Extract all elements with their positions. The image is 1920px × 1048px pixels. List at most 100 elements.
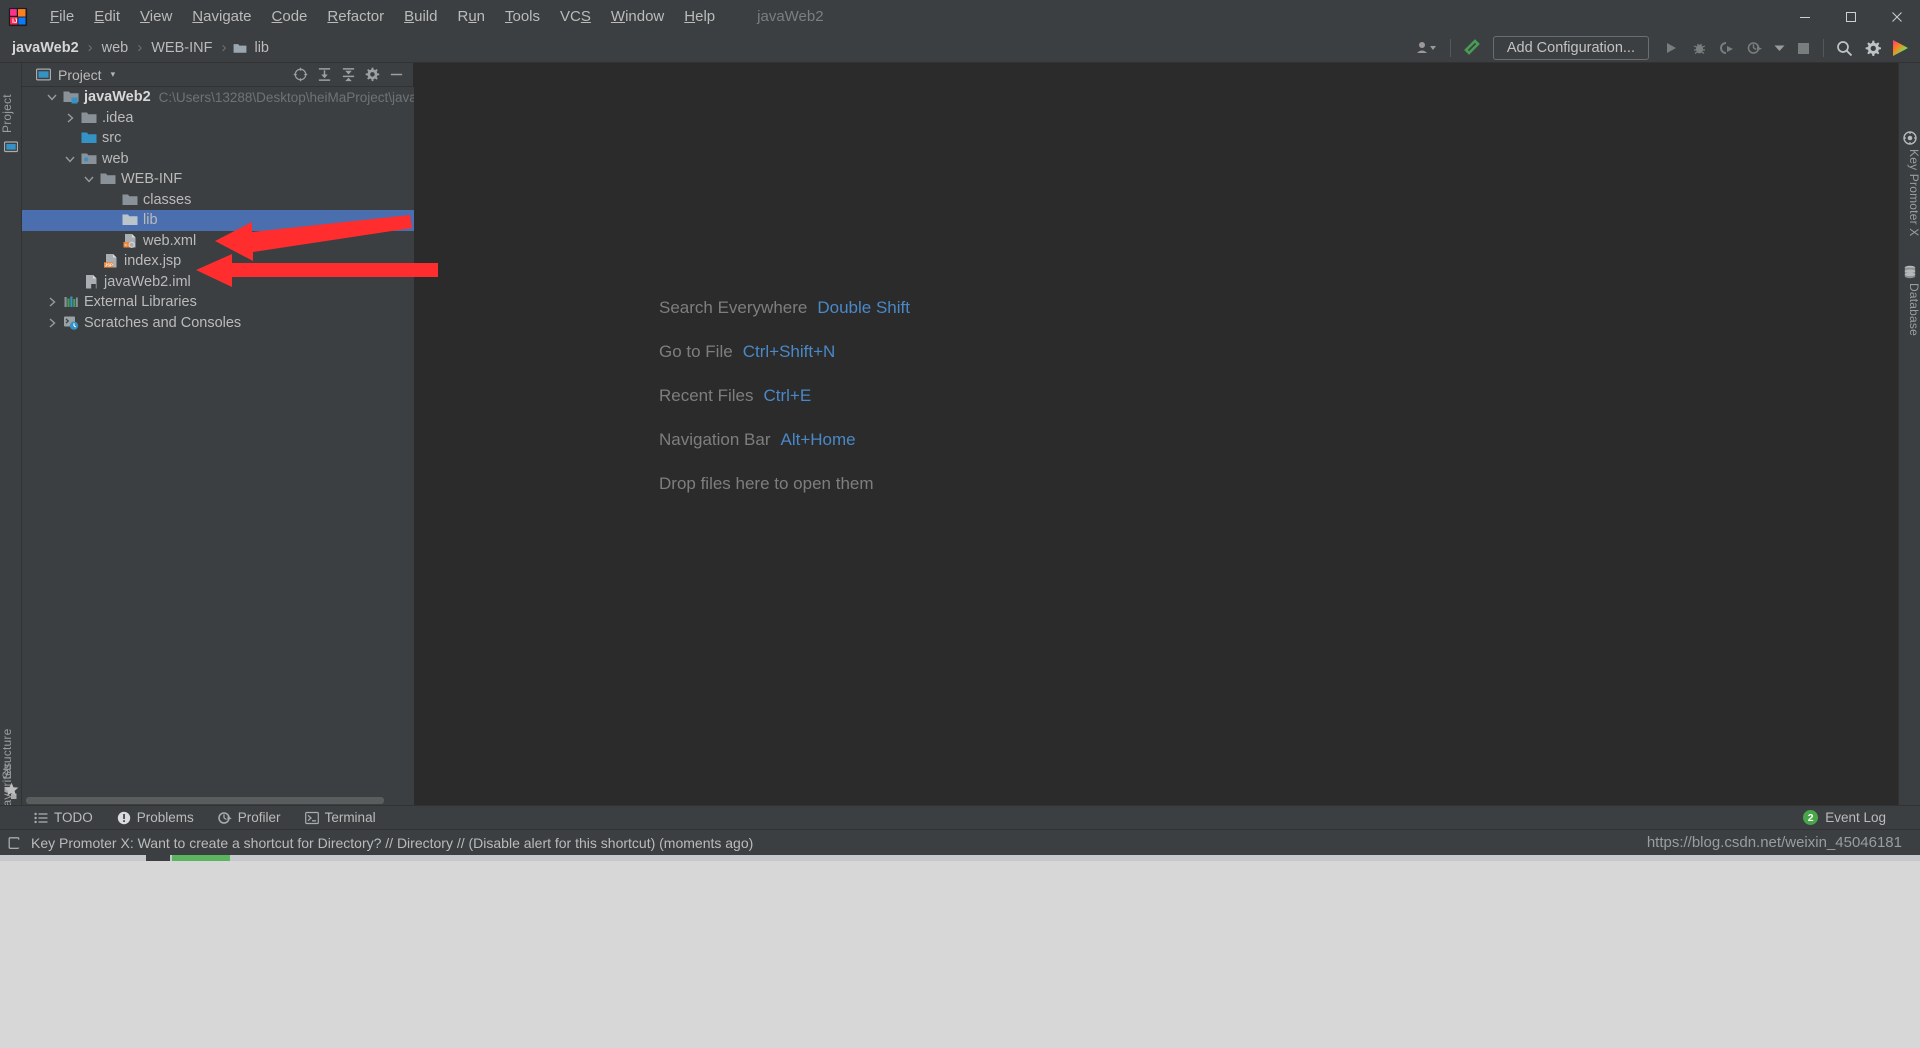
- settings-button[interactable]: [1858, 35, 1886, 61]
- project-panel-title: Project: [58, 66, 102, 83]
- hint-label: Go to File: [659, 342, 733, 361]
- chevron-down-icon[interactable]: [46, 91, 58, 103]
- hint-navigation-bar: Navigation Bar Alt+Home: [659, 430, 910, 450]
- menu-code[interactable]: Code: [262, 4, 318, 30]
- breadcrumb-item-webinf[interactable]: WEB-INF: [149, 40, 214, 56]
- intellij-idea-logo-icon: IJ: [8, 7, 28, 26]
- toolbar-separator: [1449, 39, 1451, 57]
- tree-label: src: [102, 130, 122, 147]
- stop-button[interactable]: [1789, 35, 1817, 61]
- hide-panel-button[interactable]: [385, 65, 407, 85]
- bottom-tab-terminal[interactable]: Terminal: [304, 810, 376, 825]
- run-with-coverage-button[interactable]: [1713, 35, 1741, 61]
- search-everywhere-button[interactable]: [1830, 35, 1858, 61]
- source-root-icon: [81, 132, 97, 144]
- notification-icon[interactable]: [8, 836, 22, 850]
- menu-vcs[interactable]: VCS: [550, 4, 601, 30]
- stripe-tab-project[interactable]: Project: [0, 69, 22, 133]
- collapse-all-button[interactable]: [337, 65, 359, 85]
- chevron-down-icon[interactable]: [64, 153, 76, 165]
- panel-settings-button[interactable]: [361, 65, 383, 85]
- database-icon: [1904, 265, 1916, 279]
- select-opened-file-button[interactable]: [289, 65, 311, 85]
- menu-help[interactable]: Help: [674, 4, 725, 30]
- project-panel-actions: [289, 65, 413, 85]
- menu-bar[interactable]: File Edit View Navigate Code Refactor Bu…: [40, 4, 725, 30]
- menu-edit[interactable]: Edit: [84, 4, 130, 30]
- project-tool-window: Project ▾ javaWeb2 C:\Users\13288\Deskto…: [22, 63, 430, 816]
- tree-node-web-xml[interactable]: < web.xml: [22, 231, 414, 252]
- profile-button[interactable]: [1741, 35, 1769, 61]
- menu-view[interactable]: View: [130, 4, 182, 30]
- breadcrumb-item-project[interactable]: javaWeb2: [10, 40, 81, 56]
- debug-button[interactable]: [1685, 35, 1713, 61]
- stripe-tab-key-promoter[interactable]: Key Promoter X: [1899, 149, 1920, 259]
- event-log-button[interactable]: 2 Event Log: [1803, 810, 1886, 825]
- add-configuration-button[interactable]: Add Configuration...: [1492, 36, 1649, 60]
- hint-shortcut: Alt+Home: [780, 430, 856, 449]
- chevron-down-icon[interactable]: ▾: [111, 69, 116, 80]
- maximize-button[interactable]: [1828, 0, 1874, 33]
- tree-label: javaWeb2.iml: [104, 273, 191, 290]
- tree-node-external-libraries[interactable]: External Libraries: [22, 292, 414, 313]
- window-title: javaWeb2: [757, 8, 824, 25]
- tree-node-classes[interactable]: classes: [22, 190, 414, 211]
- build-project-button[interactable]: [1457, 35, 1485, 61]
- run-options-dropdown-button[interactable]: [1769, 35, 1789, 61]
- chevron-right-icon[interactable]: [64, 112, 76, 124]
- settings-gear-icon: [365, 67, 379, 82]
- project-tree[interactable]: javaWeb2 C:\Users\13288\Desktop\heiMaPro…: [22, 87, 430, 797]
- hide-icon: [390, 73, 402, 76]
- tree-node-lib[interactable]: lib: [22, 210, 414, 231]
- menu-file[interactable]: File: [40, 4, 84, 30]
- project-panel-header: Project ▾: [22, 63, 413, 87]
- expand-all-button[interactable]: [313, 65, 335, 85]
- chevron-down-icon[interactable]: [83, 173, 95, 185]
- iml-file-icon: [86, 274, 97, 289]
- chevron-right-icon[interactable]: [46, 317, 58, 329]
- breadcrumb-item-lib[interactable]: lib: [252, 40, 271, 56]
- menu-navigate[interactable]: Navigate: [182, 4, 261, 30]
- tree-node-iml[interactable]: javaWeb2.iml: [22, 272, 414, 293]
- tree-node-index-jsp[interactable]: JSP index.jsp: [22, 251, 414, 272]
- run-button[interactable]: [1657, 35, 1685, 61]
- menu-refactor[interactable]: Refactor: [317, 4, 394, 30]
- tree-node-web-inf[interactable]: WEB-INF: [22, 169, 414, 190]
- stripe-tab-database[interactable]: Database: [1899, 283, 1920, 353]
- tree-label: classes: [143, 191, 192, 208]
- menu-run[interactable]: Run: [447, 4, 495, 30]
- idea-play-button[interactable]: [1886, 35, 1914, 61]
- close-icon: [1892, 11, 1902, 22]
- tree-node-src[interactable]: src: [22, 128, 414, 149]
- web-root-icon: [81, 153, 97, 164]
- editor-area[interactable]: Search Everywhere Double Shift Go to Fil…: [414, 63, 1898, 816]
- bottom-tab-profiler[interactable]: Profiler: [218, 810, 281, 825]
- minimize-button[interactable]: [1782, 0, 1828, 33]
- tree-node-idea[interactable]: .idea: [22, 108, 414, 129]
- expand-all-icon: [318, 68, 330, 81]
- taskbar-strip: [0, 855, 1920, 861]
- left-tool-window-stripe: Project Structure: [0, 63, 22, 816]
- watermark-url: https://blog.csdn.net/weixin_45046181: [1646, 834, 1902, 851]
- scrollbar-thumb[interactable]: [26, 797, 384, 804]
- menu-window[interactable]: Window: [601, 4, 674, 30]
- user-dropdown-button[interactable]: [1410, 35, 1444, 61]
- tree-label: WEB-INF: [121, 171, 183, 188]
- key-promoter-icon: [1903, 131, 1917, 145]
- minimize-icon: [1800, 16, 1810, 18]
- menu-build[interactable]: Build: [394, 4, 447, 30]
- project-tree-horizontal-scrollbar[interactable]: [22, 795, 414, 805]
- taskbar-segment-dark: [146, 855, 170, 861]
- bottom-tab-problems[interactable]: Problems: [117, 810, 194, 825]
- chevron-right-icon[interactable]: [46, 296, 58, 308]
- chevron-down-icon: [1774, 45, 1784, 51]
- bottom-tab-todo[interactable]: TODO: [34, 810, 93, 825]
- menu-tools[interactable]: Tools: [495, 4, 550, 30]
- tree-node-web[interactable]: web: [22, 149, 414, 170]
- tree-node-scratches[interactable]: Scratches and Consoles: [22, 313, 414, 334]
- profiler-icon: [1747, 41, 1762, 54]
- breadcrumb-item-web[interactable]: web: [100, 40, 131, 56]
- close-button[interactable]: [1874, 0, 1920, 33]
- tree-node-javaweb2[interactable]: javaWeb2 C:\Users\13288\Desktop\heiMaPro…: [22, 87, 430, 108]
- profiler-icon: [218, 811, 232, 824]
